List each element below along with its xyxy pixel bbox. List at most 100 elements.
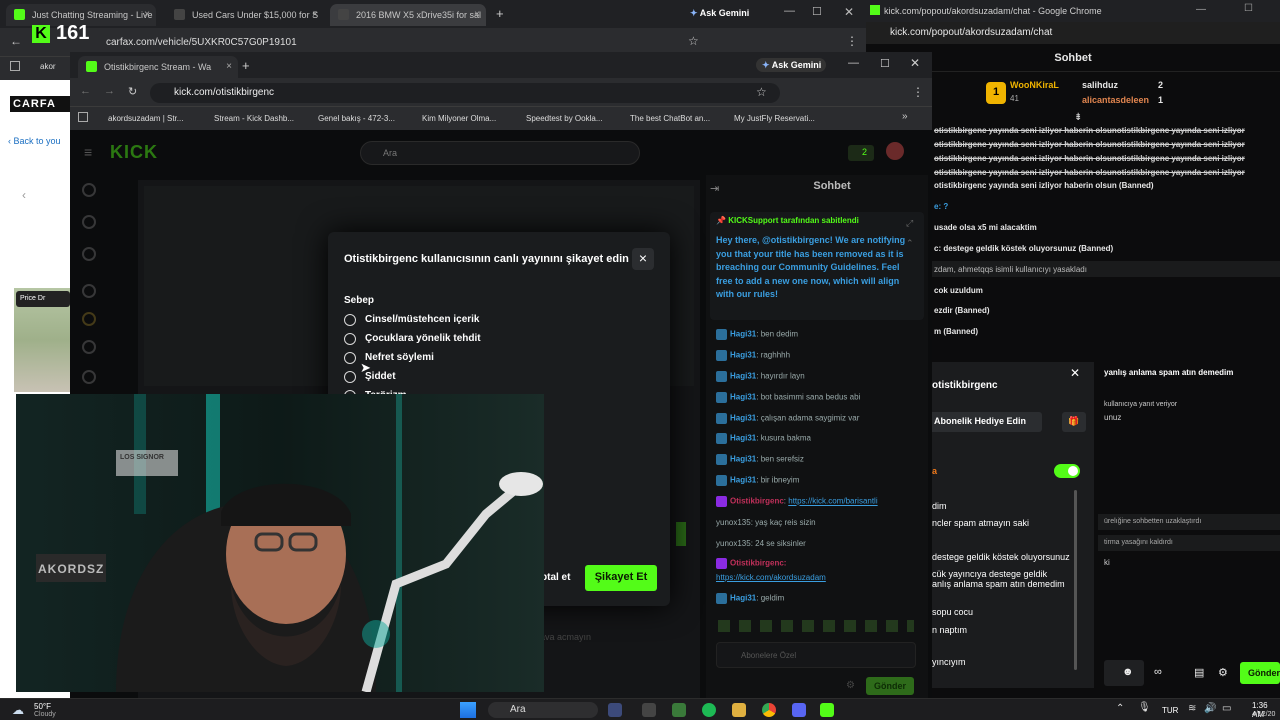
- close-window-icon[interactable]: ✕: [910, 56, 920, 70]
- clock-date[interactable]: 4/12/20: [1252, 711, 1275, 718]
- spotify-icon[interactable]: [702, 703, 716, 717]
- leaderboard-second-user[interactable]: salihduz: [1082, 80, 1118, 90]
- gift-icon[interactable]: 🎁: [1062, 412, 1086, 432]
- channel-avatar-icon[interactable]: [82, 370, 96, 384]
- bookmark-item[interactable]: akordsuzadam | Str...: [108, 114, 183, 123]
- close-window-icon[interactable]: ✕: [844, 5, 854, 19]
- weather-cloud-icon[interactable]: ☁: [12, 703, 24, 717]
- reason-radio-hate-speech[interactable]: [344, 352, 356, 364]
- reason-label[interactable]: Cinsel/müstehcen içerik: [365, 314, 480, 325]
- maximize-icon[interactable]: ☐: [880, 57, 890, 70]
- close-icon[interactable]: ×: [474, 9, 480, 20]
- new-tab-icon[interactable]: +: [496, 6, 504, 21]
- gift-subscription-button[interactable]: Abonelik Hediye Edin: [928, 412, 1042, 432]
- reload-icon[interactable]: ↻: [128, 85, 137, 98]
- bookmark-item[interactable]: Speedtest by Ookla...: [526, 114, 603, 123]
- bookmark-item[interactable]: Kim Milyoner Olma...: [422, 114, 496, 123]
- tab-used-cars[interactable]: Used Cars Under $15,000 for S ×: [166, 4, 324, 26]
- stream-chat-send-button[interactable]: Gönder: [866, 677, 914, 695]
- ask-gemini-button[interactable]: ✦ Ask Gemini: [690, 8, 749, 19]
- leaderboard-third-user[interactable]: alicantasdeleen: [1082, 95, 1149, 105]
- forward-arrow-icon[interactable]: →: [104, 85, 115, 97]
- channel-avatar-icon[interactable]: [82, 340, 96, 354]
- chat-settings-gear-icon[interactable]: ⚙: [846, 680, 855, 691]
- bookmark-item[interactable]: My JustFly Reservati...: [734, 114, 815, 123]
- hamburger-menu-icon[interactable]: ≡: [84, 144, 92, 160]
- reason-radio-child-threat[interactable]: [344, 333, 356, 345]
- weather-temp[interactable]: 50°F: [34, 702, 51, 711]
- subscriber-chat-input[interactable]: Abonelere Özel: [716, 642, 916, 668]
- chrome-icon[interactable]: [762, 703, 776, 717]
- popup-close-icon[interactable]: ✕: [1070, 366, 1080, 380]
- popout-send-button[interactable]: Gönder: [1240, 662, 1280, 684]
- bookmark-akor[interactable]: akor: [40, 62, 56, 71]
- apps-grid-icon[interactable]: [10, 61, 20, 71]
- cancel-button[interactable]: ptal et: [541, 572, 570, 583]
- bookmark-item[interactable]: Genel bakış - 472-3...: [318, 114, 395, 123]
- minimize-icon[interactable]: —: [1196, 4, 1206, 15]
- wifi-icon[interactable]: ≋: [1188, 703, 1196, 714]
- volume-icon[interactable]: 🔊: [1204, 703, 1216, 714]
- close-icon[interactable]: ×: [144, 9, 150, 20]
- close-icon[interactable]: ×: [312, 9, 318, 20]
- microphone-icon[interactable]: 🎙: [1138, 702, 1151, 713]
- reason-radio-sexual[interactable]: [344, 314, 356, 326]
- leaderboard-first-user[interactable]: WooNKiraL: [1010, 80, 1059, 90]
- maximize-icon[interactable]: ☐: [1244, 3, 1253, 14]
- reason-label[interactable]: Nefret söylemi: [365, 352, 434, 363]
- channel-avatar-icon[interactable]: [82, 312, 96, 326]
- gift-box-icon[interactable]: ▤: [1194, 666, 1204, 679]
- back-to-results-link[interactable]: ‹ Back to you: [8, 136, 61, 146]
- reason-label[interactable]: Çocuklara yönelik tehdit: [365, 333, 481, 344]
- tray-chevron-icon[interactable]: ⌃: [1116, 703, 1124, 714]
- more-icon[interactable]: ⋮: [846, 34, 858, 48]
- tab-otistikbirgenc[interactable]: Otistikbirgenc Stream - Wa ×: [78, 56, 238, 78]
- minimize-icon[interactable]: —: [848, 57, 859, 69]
- following-icon[interactable]: [82, 247, 96, 261]
- settings-gear-icon[interactable]: ⚙: [1218, 666, 1228, 679]
- carousel-left-icon[interactable]: ‹: [22, 188, 26, 202]
- file-explorer-icon[interactable]: [732, 703, 746, 717]
- ask-gemini-button[interactable]: ✦ Ask Gemini: [756, 58, 826, 72]
- kick-app-icon[interactable]: [820, 703, 834, 717]
- modal-close-icon[interactable]: ×: [632, 248, 654, 270]
- taskbar-search[interactable]: Ara: [488, 702, 598, 718]
- windows-start-icon[interactable]: [460, 702, 476, 718]
- home-icon[interactable]: [82, 183, 96, 197]
- main-url-field[interactable]: kick.com/otistikbirgenc: [150, 83, 780, 103]
- kick-logo[interactable]: KICK: [110, 142, 158, 163]
- app-icon[interactable]: [608, 703, 622, 717]
- emote-row[interactable]: [718, 620, 914, 632]
- maximize-icon[interactable]: ☐: [812, 5, 822, 18]
- avatar[interactable]: [886, 142, 904, 160]
- report-submit-button[interactable]: Şikayet Et: [585, 565, 657, 591]
- browse-icon[interactable]: [82, 215, 96, 229]
- heart-icon[interactable]: [82, 284, 96, 298]
- chevron-up-icon[interactable]: ⌃: [906, 238, 914, 249]
- emoji-icon[interactable]: ☻: [1122, 666, 1134, 678]
- star-icon[interactable]: ☆: [756, 85, 767, 99]
- new-tab-icon[interactable]: +: [242, 58, 250, 73]
- bookmark-item[interactable]: The best ChatBot an...: [630, 114, 710, 123]
- back-arrow-icon[interactable]: ←: [10, 34, 22, 48]
- site-search-input[interactable]: Ara: [360, 141, 640, 165]
- tab-bmw-x5[interactable]: 2016 BMW X5 xDrive35i for sal ×: [330, 4, 486, 26]
- bookmark-item[interactable]: Stream - Kick Dashb...: [214, 114, 294, 123]
- more-icon[interactable]: ⋮: [912, 85, 924, 99]
- background-url[interactable]: carfax.com/vehicle/5UXKR0C57G0P19101: [106, 37, 297, 48]
- apps-grid-icon[interactable]: [78, 112, 88, 122]
- popup-scrollbar[interactable]: [1074, 490, 1077, 670]
- minimize-icon[interactable]: —: [784, 5, 795, 17]
- close-icon[interactable]: ×: [226, 61, 232, 72]
- more-bookmarks-icon[interactable]: »: [902, 111, 908, 122]
- reason-radio-violence[interactable]: [344, 371, 356, 383]
- task-view-icon[interactable]: [642, 703, 656, 717]
- chat-link[interactable]: https://kick.com/akordsuzadam: [716, 573, 826, 582]
- popup-toggle[interactable]: [1054, 464, 1080, 478]
- star-icon[interactable]: ☆: [688, 34, 699, 48]
- language-indicator[interactable]: TUR: [1162, 706, 1178, 715]
- battery-icon[interactable]: ▭: [1222, 703, 1231, 714]
- unpin-icon[interactable]: ⤢: [906, 218, 913, 229]
- expand-leaderboard-icon[interactable]: ⇟: [1074, 112, 1082, 123]
- back-arrow-icon[interactable]: ←: [80, 85, 91, 97]
